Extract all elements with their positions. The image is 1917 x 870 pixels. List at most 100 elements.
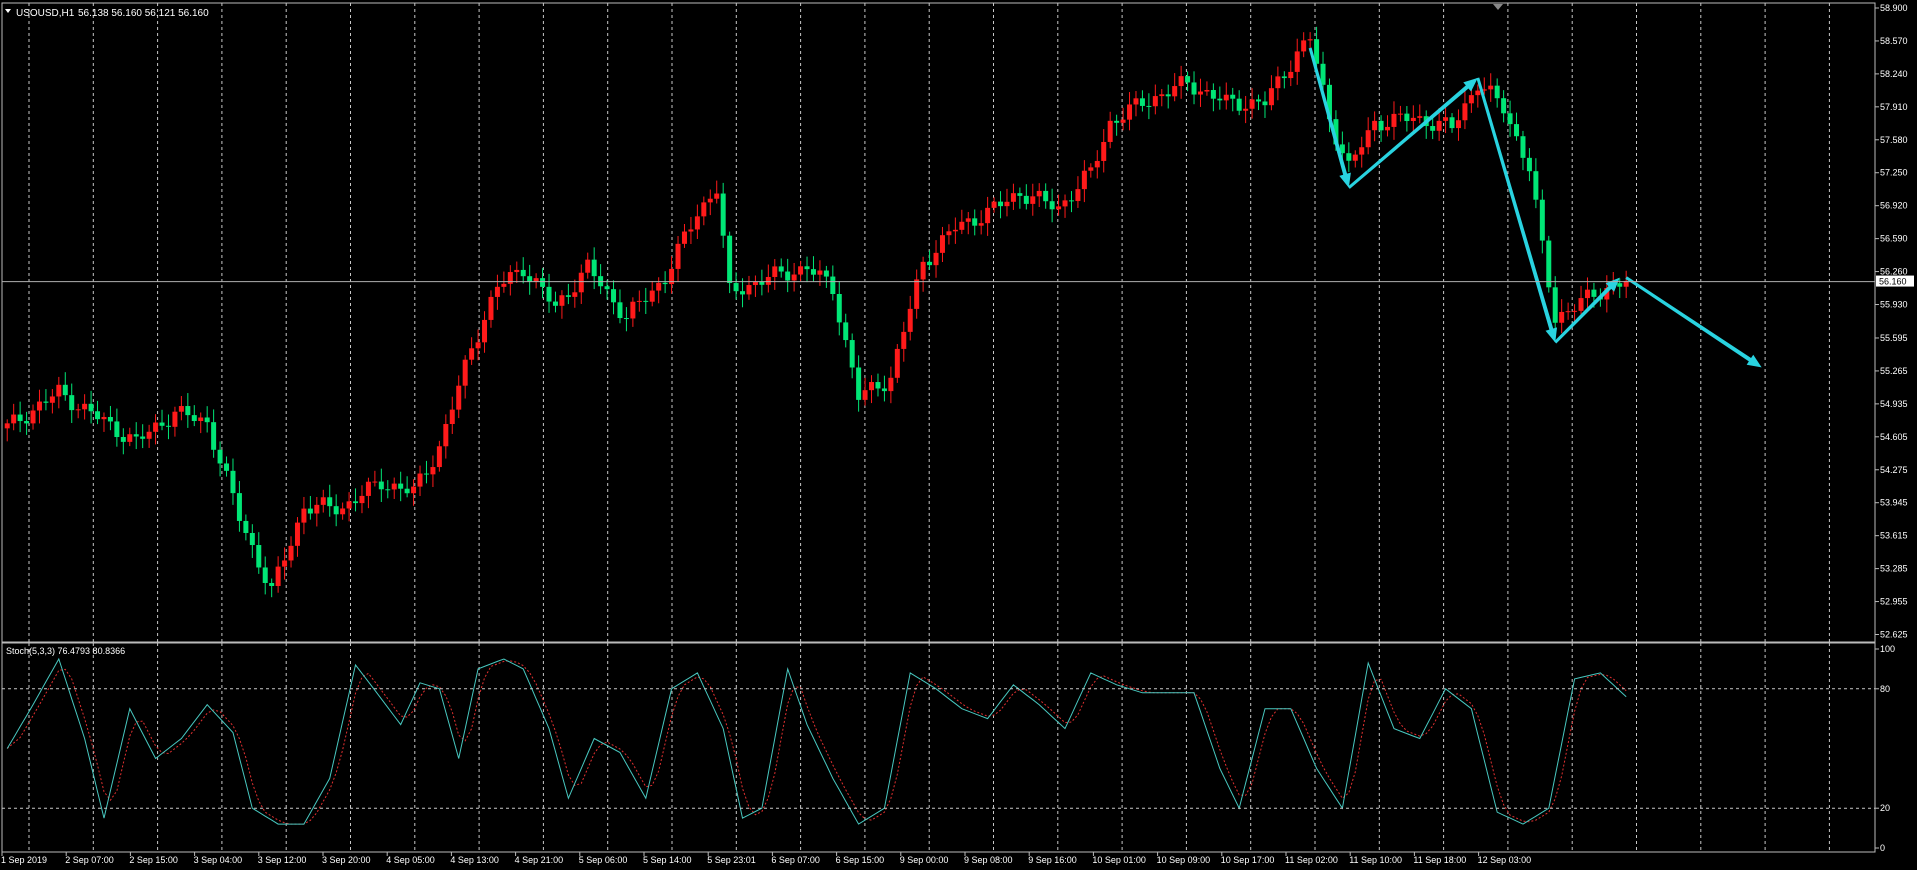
candle-body[interactable]	[1101, 141, 1107, 161]
candle-body[interactable]	[417, 473, 423, 487]
candle-body[interactable]	[740, 291, 746, 295]
candle-body[interactable]	[436, 446, 442, 468]
candle-body[interactable]	[301, 508, 307, 523]
candle-body[interactable]	[1165, 94, 1171, 97]
candle-body[interactable]	[1217, 98, 1223, 101]
candle-body[interactable]	[849, 340, 855, 368]
candle-body[interactable]	[1430, 126, 1436, 131]
candle-body[interactable]	[449, 409, 455, 425]
candle-body[interactable]	[346, 501, 352, 509]
candle-body[interactable]	[1617, 283, 1623, 287]
candle-body[interactable]	[4, 423, 10, 429]
candle-body[interactable]	[469, 348, 475, 360]
candle-body[interactable]	[1056, 206, 1062, 210]
candle-body[interactable]	[249, 532, 255, 546]
candle-body[interactable]	[456, 385, 462, 410]
candle-body[interactable]	[146, 431, 152, 439]
candle-body[interactable]	[1591, 289, 1597, 297]
candle-body[interactable]	[630, 301, 636, 319]
candle-body[interactable]	[1197, 91, 1203, 95]
candle-body[interactable]	[256, 545, 262, 568]
candle-body[interactable]	[1133, 98, 1139, 105]
candle-body[interactable]	[288, 545, 294, 561]
candle-body[interactable]	[1488, 85, 1494, 90]
candle-body[interactable]	[107, 416, 113, 422]
candle-body[interactable]	[1494, 85, 1500, 99]
candle-body[interactable]	[875, 382, 881, 389]
candle-body[interactable]	[907, 308, 913, 332]
candle-body[interactable]	[1075, 189, 1081, 202]
candle-body[interactable]	[1036, 190, 1042, 197]
candle-body[interactable]	[95, 411, 101, 420]
candle-body[interactable]	[1378, 120, 1384, 131]
candle-body[interactable]	[56, 384, 62, 397]
candle-body[interactable]	[1559, 311, 1565, 323]
candle-body[interactable]	[1404, 113, 1410, 122]
candle-body[interactable]	[765, 276, 771, 285]
candle-body[interactable]	[282, 560, 288, 567]
candle-body[interactable]	[1443, 117, 1449, 121]
candle-body[interactable]	[623, 318, 629, 320]
candle-body[interactable]	[1107, 120, 1113, 142]
candle-body[interactable]	[991, 201, 997, 208]
candle-body[interactable]	[611, 289, 617, 303]
candle-body[interactable]	[520, 269, 526, 277]
candle-body[interactable]	[1507, 113, 1513, 125]
candle-body[interactable]	[69, 395, 75, 411]
candle-body[interactable]	[1475, 90, 1481, 96]
candle-body[interactable]	[1372, 120, 1378, 131]
candle-body[interactable]	[359, 495, 365, 504]
candle-body[interactable]	[1010, 193, 1016, 202]
candle-body[interactable]	[114, 421, 120, 438]
candle-body[interactable]	[920, 261, 926, 280]
candle-body[interactable]	[565, 295, 571, 297]
candle-body[interactable]	[791, 274, 797, 281]
candle-body[interactable]	[101, 416, 107, 420]
candle-body[interactable]	[559, 295, 565, 306]
candle-body[interactable]	[1275, 76, 1281, 89]
candle-body[interactable]	[804, 266, 810, 270]
candle-body[interactable]	[1081, 170, 1087, 190]
candle-body[interactable]	[1391, 113, 1397, 127]
candle-body[interactable]	[488, 296, 494, 320]
candle-body[interactable]	[1320, 63, 1326, 85]
candle-body[interactable]	[365, 481, 371, 496]
candle-body[interactable]	[591, 259, 597, 277]
candle-body[interactable]	[617, 302, 623, 319]
candle-body[interactable]	[675, 243, 681, 269]
candle-body[interactable]	[172, 411, 178, 427]
candle-body[interactable]	[1017, 193, 1023, 196]
candle-body[interactable]	[391, 483, 397, 490]
candle-body[interactable]	[649, 290, 655, 302]
candle-body[interactable]	[546, 286, 552, 302]
candle-body[interactable]	[1359, 147, 1365, 155]
candle-body[interactable]	[998, 201, 1004, 207]
candle-body[interactable]	[1172, 86, 1178, 97]
candle-body[interactable]	[165, 425, 171, 427]
candle-body[interactable]	[1088, 167, 1094, 171]
candle-body[interactable]	[120, 437, 126, 442]
candle-body[interactable]	[43, 401, 49, 403]
candle-body[interactable]	[17, 414, 23, 422]
candle-body[interactable]	[1023, 195, 1029, 204]
candle-body[interactable]	[1114, 120, 1120, 123]
candle-body[interactable]	[482, 319, 488, 343]
candle-body[interactable]	[236, 493, 242, 521]
candle-body[interactable]	[1417, 116, 1423, 118]
candle-body[interactable]	[862, 390, 868, 400]
candle-body[interactable]	[372, 481, 378, 483]
candle-body[interactable]	[1094, 160, 1100, 168]
candle-body[interactable]	[1546, 240, 1552, 288]
candle-body[interactable]	[733, 283, 739, 292]
candle-body[interactable]	[1243, 108, 1249, 111]
candle-body[interactable]	[823, 270, 829, 277]
candle-body[interactable]	[1127, 104, 1133, 120]
candle-body[interactable]	[752, 281, 758, 286]
candle-body[interactable]	[1397, 113, 1403, 115]
candle-body[interactable]	[1410, 117, 1416, 122]
candle-body[interactable]	[985, 207, 991, 224]
candle-body[interactable]	[843, 322, 849, 341]
candle-body[interactable]	[340, 508, 346, 515]
candle-body[interactable]	[1030, 196, 1036, 204]
candle-body[interactable]	[578, 272, 584, 293]
